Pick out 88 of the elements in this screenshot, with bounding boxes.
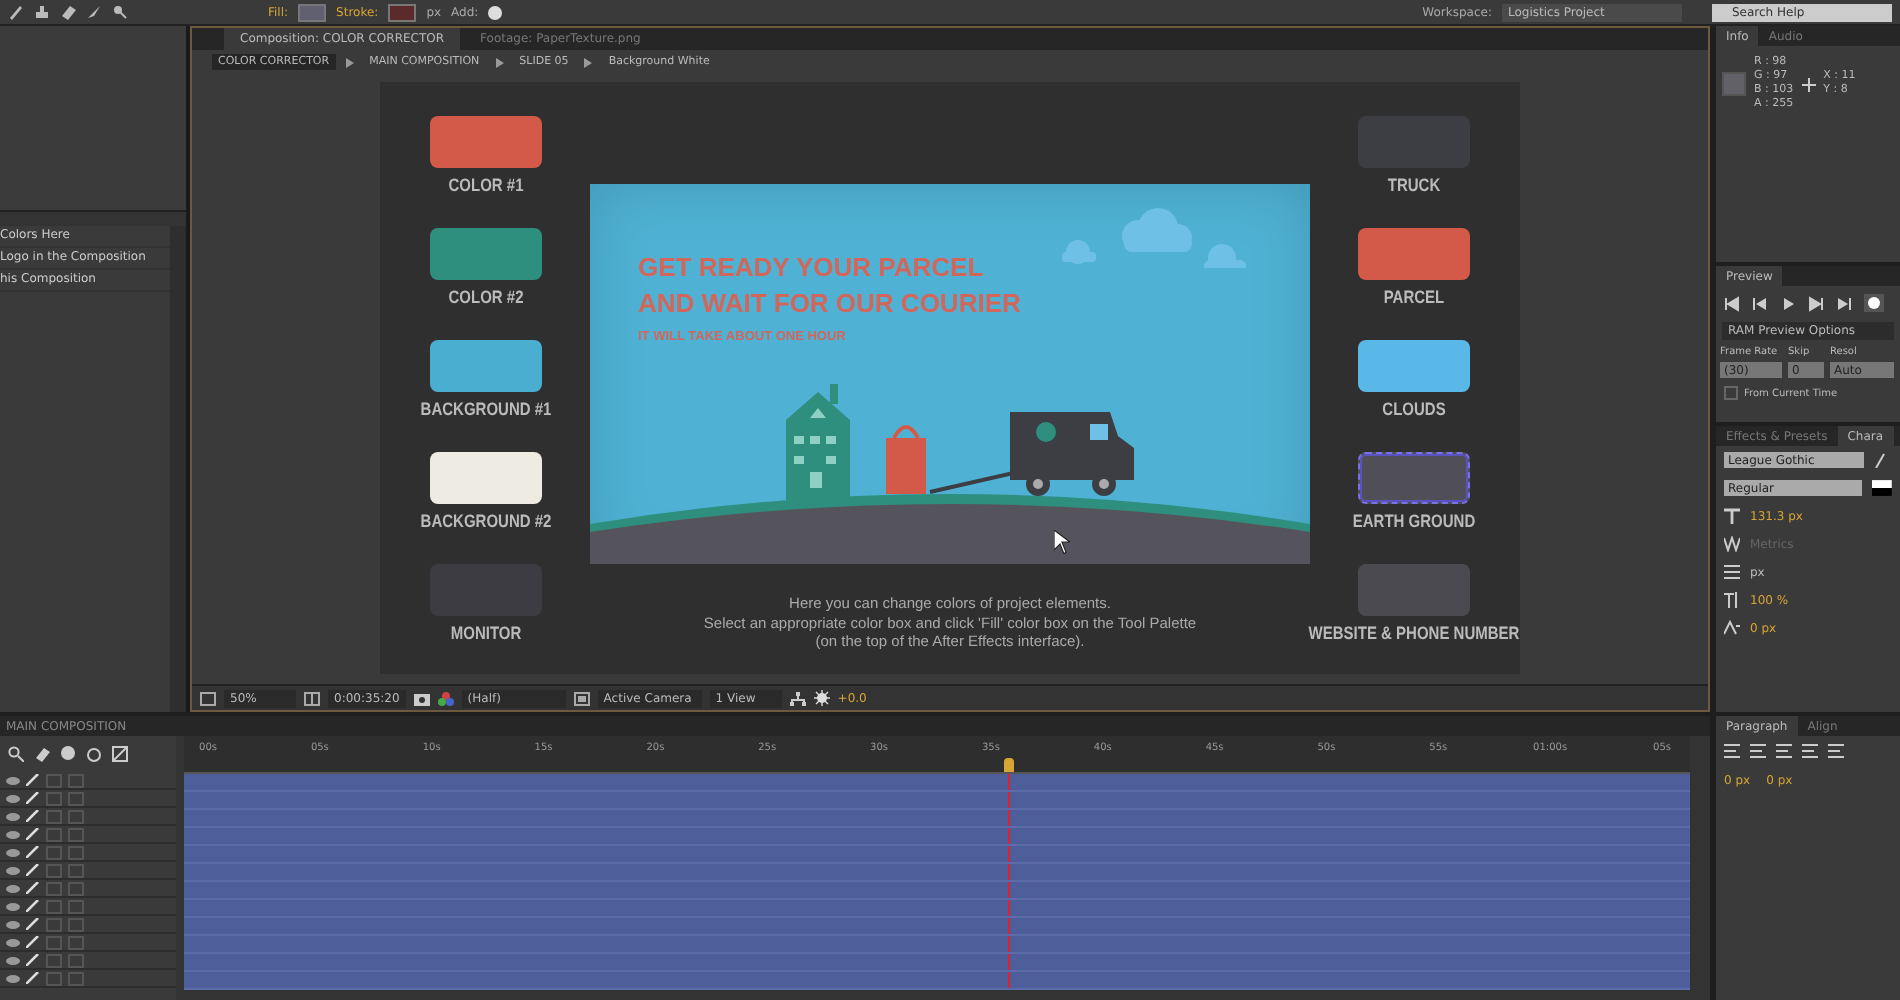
stopwatch-icon[interactable] xyxy=(86,746,102,762)
switch-box[interactable] xyxy=(46,917,62,931)
swatch-label: PARCEL xyxy=(1383,285,1445,307)
switch-box[interactable] xyxy=(68,881,84,895)
switch-box[interactable] xyxy=(68,809,84,823)
color-sample xyxy=(1722,72,1746,96)
color-swatch[interactable] xyxy=(1358,227,1470,279)
play-icon[interactable] xyxy=(1780,295,1796,311)
swatch-label: EARTH GROUND xyxy=(1352,509,1476,531)
color-swatch[interactable] xyxy=(1358,451,1470,503)
swatch-label: BACKGROUND #1 xyxy=(420,397,552,419)
baseline-shift-icon xyxy=(1724,620,1740,636)
switch-box[interactable] xyxy=(68,899,84,913)
switch-box[interactable] xyxy=(46,791,62,805)
eraser-icon[interactable] xyxy=(34,746,50,762)
playhead[interactable] xyxy=(1003,758,1014,772)
switch-box[interactable] xyxy=(68,971,84,985)
switch-box[interactable] xyxy=(46,863,62,877)
align-icon[interactable] xyxy=(1776,744,1792,758)
swatch-label: WEBSITE & PHONE NUMBER xyxy=(1308,621,1520,643)
camera-icon[interactable] xyxy=(413,691,430,705)
swatch-label: BACKGROUND #2 xyxy=(420,509,552,531)
arrow-icon xyxy=(584,57,593,67)
previous-frame-icon[interactable] xyxy=(1752,295,1768,311)
switch-box[interactable] xyxy=(68,773,84,787)
eraser-icon[interactable] xyxy=(60,4,76,20)
region-icon[interactable] xyxy=(200,691,216,705)
color-swatch[interactable] xyxy=(430,451,542,503)
color-channels-icon[interactable] xyxy=(437,691,454,705)
next-frame-icon[interactable] xyxy=(1808,295,1824,311)
font-size-icon xyxy=(1724,508,1740,524)
color-swatch[interactable] xyxy=(430,339,542,391)
add-icon[interactable] xyxy=(488,5,503,19)
fill-swatch[interactable] xyxy=(298,3,327,21)
switch-box[interactable] xyxy=(68,791,84,805)
brush-icon[interactable] xyxy=(86,4,102,20)
scrollbar[interactable] xyxy=(170,226,186,712)
eyedropper-icon[interactable] xyxy=(1874,452,1886,468)
align-icon[interactable] xyxy=(1828,744,1844,758)
crosshair-icon xyxy=(1801,77,1816,91)
arrow-icon xyxy=(345,57,354,67)
kerning-icon xyxy=(1724,536,1740,552)
grid-icon[interactable] xyxy=(304,691,320,705)
cursor-icon xyxy=(1054,530,1070,554)
switch-box[interactable] xyxy=(68,917,84,931)
switch-box[interactable] xyxy=(46,953,62,967)
pen-icon[interactable] xyxy=(8,4,24,20)
switch-box[interactable] xyxy=(46,773,62,787)
switch-box[interactable] xyxy=(68,863,84,877)
sun-icon[interactable] xyxy=(813,690,830,706)
fast-preview-icon[interactable] xyxy=(573,691,590,705)
switch-box[interactable] xyxy=(46,809,62,823)
fill-stroke-icon[interactable] xyxy=(1872,480,1892,496)
switch-box[interactable] xyxy=(68,953,84,967)
switch-box[interactable] xyxy=(46,971,62,985)
switch-box[interactable] xyxy=(68,845,84,859)
headline: GET READY YOUR PARCEL AND WAIT FOR OUR COURIER xyxy=(638,250,1023,322)
switch-box[interactable] xyxy=(68,827,84,841)
first-frame-icon[interactable] xyxy=(1724,295,1740,311)
align-icon[interactable] xyxy=(1724,744,1740,758)
color-swatch[interactable] xyxy=(1358,339,1470,391)
swatch-label: COLOR #1 xyxy=(448,173,524,195)
switch-box[interactable] xyxy=(46,827,62,841)
checkbox[interactable] xyxy=(1724,386,1738,400)
swatch-label: CLOUDS xyxy=(1382,397,1446,419)
color-swatch[interactable] xyxy=(1358,563,1470,615)
search-icon[interactable] xyxy=(8,746,24,762)
swatch-label: COLOR #2 xyxy=(448,285,524,307)
switch-box[interactable] xyxy=(46,935,62,949)
switch-box[interactable] xyxy=(46,899,62,913)
align-icon[interactable] xyxy=(1750,744,1766,758)
switch-box[interactable] xyxy=(46,845,62,859)
stroke-swatch[interactable] xyxy=(388,3,417,21)
switch-box[interactable] xyxy=(68,935,84,949)
vertical-scale-icon xyxy=(1724,592,1740,608)
switch-box[interactable] xyxy=(46,881,62,895)
leading-icon xyxy=(1724,564,1740,580)
color-swatch[interactable] xyxy=(430,115,542,167)
align-icon[interactable] xyxy=(1802,744,1818,758)
graph-editor-icon[interactable] xyxy=(112,746,128,762)
swatch-label: MONITOR xyxy=(450,621,522,643)
ram-preview-icon[interactable] xyxy=(1864,294,1884,312)
color-swatch[interactable] xyxy=(430,227,542,279)
arrow-icon xyxy=(495,57,504,67)
flowchart-icon[interactable] xyxy=(789,691,806,705)
stamp-icon[interactable] xyxy=(34,4,50,20)
swatch-label: TRUCK xyxy=(1387,173,1441,195)
last-frame-icon[interactable] xyxy=(1836,295,1852,311)
